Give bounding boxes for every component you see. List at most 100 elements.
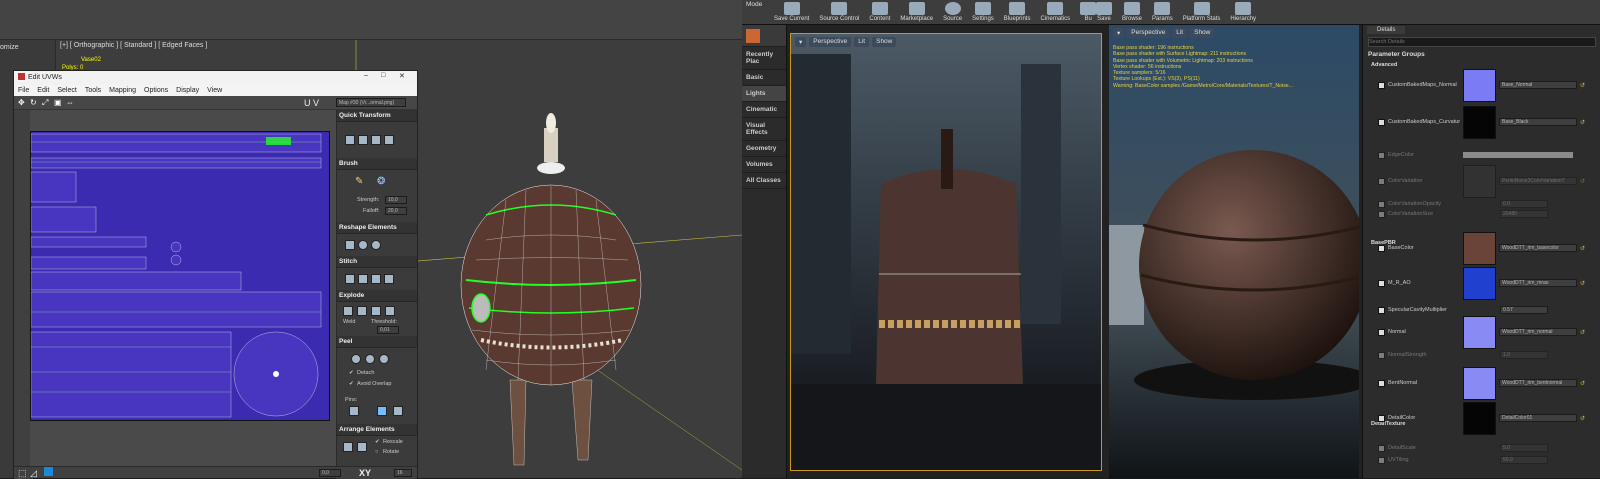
brush-icon[interactable]: ✎ — [355, 176, 363, 187]
param-override-checkbox[interactable] — [1378, 351, 1385, 359]
circle-icon[interactable] — [371, 240, 381, 250]
mirror-icon[interactable]: ⇔ — [66, 98, 74, 107]
minimize-icon[interactable]: – — [364, 72, 368, 79]
texture-thumbnail[interactable] — [1463, 401, 1496, 435]
detach-checkbox[interactable]: ✔ — [349, 370, 354, 376]
menu-mapping[interactable]: Mapping — [109, 87, 136, 94]
mode-volumes[interactable]: Volumes — [742, 157, 786, 173]
edge-color-swatch[interactable] — [1463, 152, 1573, 158]
arrange-header[interactable]: Arrange Elements — [337, 424, 417, 436]
relax-brush-icon[interactable]: ❂ — [377, 176, 385, 187]
uvw-titlebar[interactable]: Edit UVWs – □ ✕ — [14, 71, 417, 85]
vp2-menu-button[interactable]: ▾ — [1113, 28, 1125, 38]
straighten-icon[interactable] — [345, 240, 355, 250]
maximize-icon[interactable]: □ — [381, 72, 385, 79]
param-row[interactable]: UVTiling 50.0 — [1378, 450, 1598, 470]
mode-tab[interactable]: Mode — [746, 1, 762, 8]
uv-label[interactable]: U V — [304, 98, 319, 108]
stitch-header[interactable]: Stitch — [337, 256, 417, 268]
quick-transform-header[interactable]: Quick Transform — [337, 110, 417, 122]
menu-select[interactable]: Select — [57, 87, 76, 94]
reset-icon[interactable]: ↺ — [1580, 415, 1585, 422]
param-override-checkbox[interactable] — [1378, 414, 1385, 422]
place-mode-icon[interactable] — [746, 29, 760, 43]
texture-thumbnail[interactable] — [1463, 105, 1496, 139]
pack-custom-icon[interactable] — [357, 442, 367, 452]
cinematics-button[interactable]: Cinematics — [1040, 2, 1070, 22]
param-row[interactable]: CustomBakedMaps_Curvatur Base_Black ↺ — [1378, 105, 1598, 139]
menu-options[interactable]: Options — [144, 87, 168, 94]
vp1-lit-button[interactable]: Lit — [854, 37, 870, 47]
parameter-groups-header[interactable]: Parameter Groups — [1368, 51, 1425, 58]
brush-header[interactable]: Brush — [337, 158, 417, 170]
texture-dropdown[interactable]: WoodDTT_rim_mrao — [1499, 279, 1577, 287]
detach-edge-icon[interactable] — [357, 306, 367, 316]
pack-icon[interactable] — [343, 442, 353, 452]
reset-icon[interactable]: ↺ — [1580, 82, 1585, 89]
content-button[interactable]: Content — [869, 2, 890, 22]
mode-cinematic[interactable]: Cinematic — [742, 102, 786, 118]
align-horizontal-icon[interactable] — [358, 135, 368, 145]
param-row[interactable]: EdgeColor — [1378, 145, 1598, 165]
param-override-checkbox[interactable] — [1378, 177, 1385, 185]
param-value-field[interactable]: 0.57 — [1500, 306, 1548, 314]
quick-peel-icon[interactable] — [379, 354, 389, 364]
param-row[interactable]: ColorVariation PerlinNoise3ColorVariation… — [1378, 164, 1598, 198]
vp1-perspective-button[interactable]: Perspective — [809, 37, 852, 47]
details-search-input[interactable] — [1368, 37, 1596, 47]
param-value-field[interactable]: 20480 — [1500, 210, 1548, 218]
texture-thumbnail[interactable] — [1463, 266, 1496, 300]
texture-thumbnail[interactable] — [1463, 315, 1496, 349]
texture-dropdown[interactable]: Base_Black — [1499, 118, 1577, 126]
align-icon[interactable] — [345, 135, 355, 145]
texture-dropdown[interactable]: Base_Normal — [1499, 81, 1577, 89]
param-override-checkbox[interactable] — [1378, 279, 1385, 287]
stitch-target-icon[interactable] — [358, 274, 368, 284]
param-override-checkbox[interactable] — [1378, 210, 1385, 218]
param-override-checkbox[interactable] — [1378, 379, 1385, 387]
mode-all-classes[interactable]: All Classes — [742, 173, 786, 189]
browse-button[interactable]: Browse — [1122, 2, 1142, 22]
texture-thumbnail[interactable] — [1463, 164, 1496, 198]
rotate90-icon[interactable] — [384, 135, 394, 145]
mode-basic[interactable]: Basic — [742, 70, 786, 86]
texture-dropdown[interactable]: WoodDTT_rim_bentnormal — [1499, 379, 1577, 387]
reset-icon[interactable]: ↺ — [1580, 380, 1585, 387]
pin-icon[interactable] — [349, 406, 359, 416]
param-override-checkbox[interactable] — [1378, 456, 1385, 464]
param-row[interactable]: DetailColor DetailColor01 ↺ — [1378, 401, 1598, 435]
param-override-checkbox[interactable] — [1378, 328, 1385, 336]
level-viewport[interactable]: ▾ Perspective Lit Show — [790, 33, 1102, 471]
mode-visual-effects[interactable]: Visual Effects — [742, 118, 786, 141]
rescale-checkbox[interactable]: ✔ — [375, 439, 380, 445]
reshape-header[interactable]: Reshape Elements — [337, 222, 417, 234]
rotate-checkbox[interactable]: ○ — [375, 449, 378, 455]
param-row[interactable]: ColorVariationSize 20480 — [1378, 204, 1598, 224]
params-button[interactable]: Params — [1152, 2, 1173, 22]
param-row[interactable]: BentNormal WoodDTT_rim_bentnormal ↺ — [1378, 366, 1598, 400]
texture-thumbnail[interactable] — [1463, 231, 1496, 265]
xy-toggle[interactable]: XY — [359, 468, 371, 478]
uv-canvas[interactable] — [30, 131, 330, 421]
advanced-group[interactable]: Advanced — [1371, 62, 1397, 68]
align-vertical-icon[interactable] — [371, 135, 381, 145]
param-row[interactable]: NormalStrength 1.0 — [1378, 345, 1598, 365]
stitch-average-icon[interactable] — [371, 274, 381, 284]
freeform-icon[interactable]: ▣ — [54, 98, 62, 107]
stitch-custom-icon[interactable] — [345, 274, 355, 284]
vp2-show-button[interactable]: Show — [1190, 28, 1215, 38]
param-override-checkbox[interactable] — [1378, 151, 1385, 159]
threshold-input[interactable]: 0,01 — [377, 326, 399, 334]
menu-display[interactable]: Display — [176, 87, 199, 94]
reset-icon[interactable]: ↺ — [1580, 280, 1585, 287]
texture-dropdown[interactable]: DetailColor01 — [1499, 414, 1577, 422]
texture-thumbnail[interactable] — [1463, 366, 1496, 400]
texture-dropdown[interactable]: PerlinNoise3ColorVariationT — [1499, 177, 1577, 185]
param-row[interactable]: BaseColor WoodDTT_rim_basecolor ↺ — [1378, 231, 1598, 265]
reset-icon[interactable]: ↺ — [1580, 178, 1585, 185]
param-value-field[interactable]: 1.0 — [1500, 351, 1548, 359]
map-dropdown[interactable]: Map #30 (Vr...ormal.png) — [336, 98, 406, 107]
texture-thumbnail[interactable] — [1463, 68, 1496, 102]
param-override-checkbox[interactable] — [1378, 81, 1385, 89]
move-icon[interactable]: ✥ — [18, 98, 25, 107]
